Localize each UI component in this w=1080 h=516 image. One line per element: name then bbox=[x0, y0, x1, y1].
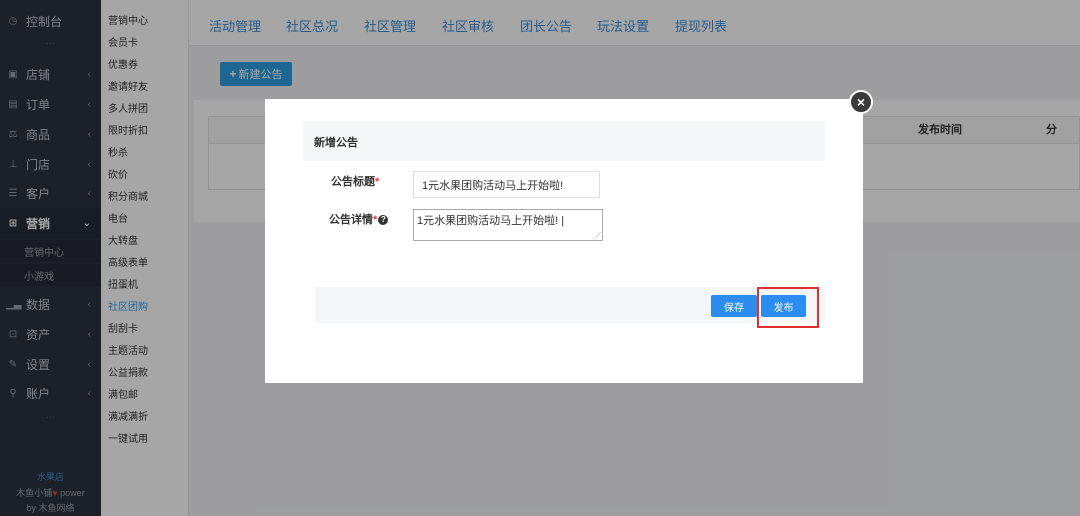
announcement-title-input[interactable]: 1元水果团购活动马上开始啦! bbox=[413, 171, 600, 198]
announcement-detail-label-text: 公告详情 bbox=[329, 214, 373, 226]
announcement-detail-label: 公告详情*? bbox=[329, 211, 389, 227]
save-button[interactable]: 保存 bbox=[711, 295, 757, 317]
announcement-title-label-text: 公告标题 bbox=[331, 176, 375, 188]
help-icon[interactable]: ? bbox=[378, 215, 389, 226]
required-asterisk-icon: * bbox=[375, 176, 380, 188]
announcement-detail-text: 1元水果团购活动马上开始啦! | bbox=[417, 215, 565, 227]
close-icon[interactable]: × bbox=[849, 90, 873, 114]
dialog-header bbox=[303, 121, 825, 161]
required-asterisk-icon: * bbox=[373, 214, 378, 226]
resize-handle-icon[interactable]: ⟋ bbox=[596, 232, 601, 239]
dialog-title: 新增公告 bbox=[314, 137, 358, 149]
announcement-detail-textarea[interactable]: 1元水果团购活动马上开始啦! | ⟋ bbox=[413, 209, 603, 241]
announcement-title-label: 公告标题* bbox=[331, 173, 379, 189]
publish-button-highlight bbox=[757, 287, 819, 328]
